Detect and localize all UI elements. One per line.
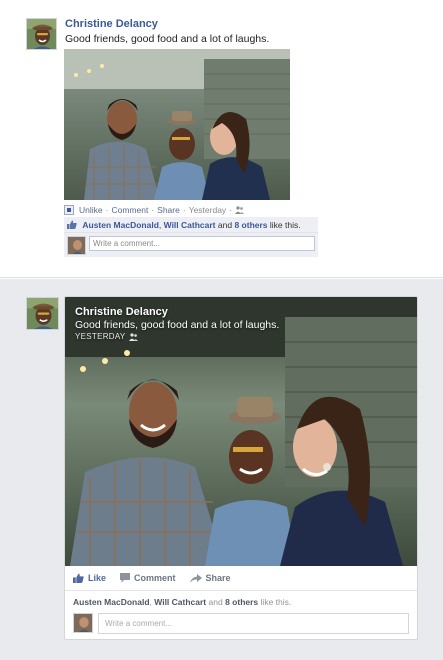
- post-action-bar: Like Comment Share: [73, 573, 231, 583]
- comment-label: Comment: [134, 573, 176, 583]
- like-label: Like: [88, 573, 107, 583]
- separator: ·: [182, 205, 186, 215]
- comment-button[interactable]: Comment: [120, 573, 176, 583]
- share-arrow-icon: [189, 573, 202, 583]
- separator: ·: [151, 205, 155, 215]
- audience-friends-icon[interactable]: [235, 206, 245, 214]
- post-action-bar: Unlike · Comment · Share · Yesterday ·: [64, 205, 245, 215]
- others-link[interactable]: 8 others: [234, 220, 267, 230]
- commenter-avatar: [67, 236, 86, 255]
- liker-link-2[interactable]: Will Cathcart: [154, 597, 206, 607]
- timestamp[interactable]: YESTERDAY: [75, 332, 138, 341]
- unlike-link[interactable]: Unlike: [79, 205, 103, 215]
- post-photo[interactable]: Christine Delancy Good friends, good foo…: [65, 297, 417, 566]
- comment-bubble-icon: [120, 573, 131, 583]
- share-link[interactable]: Share: [157, 205, 180, 215]
- likes-suffix: like this.: [269, 220, 301, 230]
- thumbs-up-icon: [67, 220, 77, 229]
- comment-link[interactable]: Comment: [111, 205, 148, 215]
- new-style-post: Christine Delancy Good friends, good foo…: [0, 279, 443, 660]
- divider: [65, 590, 417, 591]
- liker-link-2[interactable]: Will Cathcart: [164, 220, 216, 230]
- like-status-icon: [64, 205, 74, 215]
- liker-link-1[interactable]: Austen MacDonald: [73, 597, 150, 607]
- status-text: Good friends, good food and a lot of lau…: [75, 319, 280, 331]
- comment-input[interactable]: Write a comment...: [89, 236, 315, 251]
- author-avatar[interactable]: [26, 18, 57, 50]
- share-label: Share: [205, 573, 231, 583]
- and-text: and: [217, 220, 233, 230]
- timestamp-link[interactable]: Yesterday: [189, 205, 227, 215]
- separator: ·: [105, 205, 109, 215]
- and-text: and: [208, 597, 223, 607]
- commenter-avatar: [73, 613, 93, 633]
- post-photo[interactable]: [64, 49, 290, 200]
- likes-summary: Austen MacDonald, Will Cathcart and 8 ot…: [64, 217, 318, 233]
- old-style-post: Christine Delancy Good friends, good foo…: [0, 0, 443, 278]
- post-card: Christine Delancy Good friends, good foo…: [64, 296, 418, 640]
- likes-summary: Austen MacDonald, Will Cathcart and 8 ot…: [73, 597, 291, 607]
- author-name-link[interactable]: Christine Delancy: [75, 306, 168, 318]
- likes-suffix: like this.: [260, 597, 292, 607]
- thumbs-up-icon: [73, 573, 84, 583]
- comment-input[interactable]: Write a comment...: [98, 613, 409, 634]
- separator: ·: [229, 205, 233, 215]
- others-link[interactable]: 8 others: [225, 597, 258, 607]
- audience-friends-icon[interactable]: [128, 332, 138, 341]
- status-text: Good friends, good food and a lot of lau…: [65, 33, 270, 45]
- share-button[interactable]: Share: [189, 573, 231, 583]
- like-button[interactable]: Like: [73, 573, 106, 583]
- liker-link-1[interactable]: Austen MacDonald: [82, 220, 159, 230]
- comment-composer: Write a comment...: [64, 233, 318, 257]
- author-name-link[interactable]: Christine Delancy: [65, 18, 158, 30]
- author-avatar[interactable]: [26, 297, 59, 330]
- comma: ,: [149, 597, 152, 607]
- timestamp-text: YESTERDAY: [75, 332, 126, 341]
